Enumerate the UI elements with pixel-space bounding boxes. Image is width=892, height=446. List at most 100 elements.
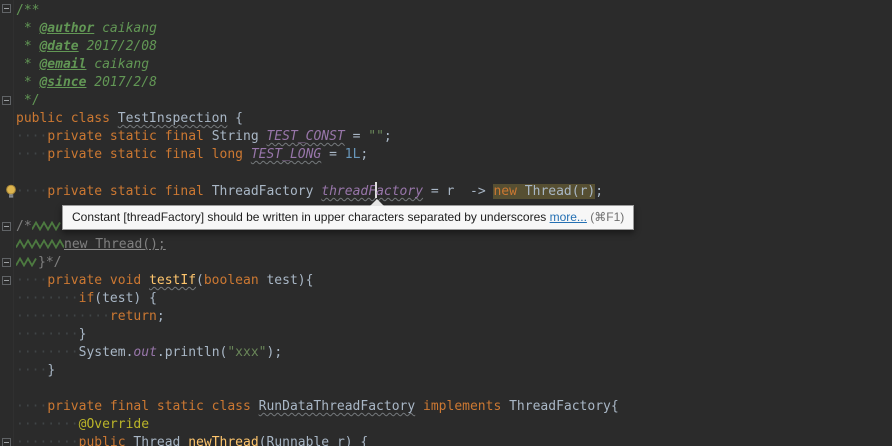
code-token: }: [79, 327, 87, 342]
code-token: TEST_CONST: [266, 129, 344, 144]
code-line[interactable]: ········System.out.println("xxx");: [16, 344, 892, 362]
code-line[interactable]: public class TestInspection {: [16, 110, 892, 128]
code-line[interactable]: /**: [16, 2, 892, 20]
code-token: TestInspection: [118, 111, 228, 126]
code-token: caikang: [86, 57, 149, 72]
code-line[interactable]: ····private static final ThreadFactory t…: [16, 182, 892, 200]
code-token: System.: [79, 345, 134, 360]
code-token: ····: [16, 147, 47, 162]
tooltip-more-link[interactable]: more...: [550, 210, 587, 224]
code-line[interactable]: * @since 2017/2/8: [16, 74, 892, 92]
code-token: ThreadFactory{: [509, 399, 619, 414]
code-token: private static final: [47, 129, 211, 144]
code-line[interactable]: * @date 2017/2/08: [16, 38, 892, 56]
code-token: );: [267, 345, 283, 360]
fold-marker[interactable]: [2, 4, 11, 13]
code-token: test){: [259, 273, 314, 288]
code-token: new Thread();: [64, 237, 166, 252]
code-token: ········: [16, 435, 79, 446]
code-token: ;: [595, 184, 603, 199]
code-token: ;: [360, 147, 368, 162]
fold-marker[interactable]: [2, 276, 11, 285]
code-token: ;: [157, 309, 165, 324]
tooltip-message: Constant [threadFactory] should be writt…: [72, 210, 550, 224]
code-line[interactable]: * @email caikang: [16, 56, 892, 74]
code-token: ········: [16, 291, 79, 306]
code-token: ····: [16, 273, 47, 288]
code-line[interactable]: * @author caikang: [16, 20, 892, 38]
code-token: *: [16, 21, 39, 36]
tooltip-shortcut: (⌘F1): [587, 210, 624, 224]
commented-code-squiggle: [32, 221, 62, 231]
code-token: *: [16, 57, 39, 72]
code-token: (test) {: [94, 291, 157, 306]
code-token: RunDataThreadFactory: [259, 399, 416, 414]
code-token: ;: [384, 129, 392, 144]
commented-code-squiggle: [16, 239, 64, 249]
code-token: new: [493, 184, 516, 199]
code-token: /*: [16, 219, 32, 234]
code-token: String: [212, 129, 267, 144]
code-token: ····: [16, 129, 47, 144]
code-line[interactable]: ····}: [16, 362, 892, 380]
code-token: return: [110, 309, 157, 324]
fold-marker[interactable]: [2, 258, 11, 267]
code-line[interactable]: ····private void testIf(boolean test){: [16, 272, 892, 290]
code-line[interactable]: new Thread();: [16, 236, 892, 254]
code-token: /**: [16, 3, 39, 18]
code-token: implements: [415, 399, 509, 414]
code-token: Thread(r): [517, 184, 595, 199]
code-token: public: [79, 435, 134, 446]
code-line[interactable]: ····private final static class RunDataTh…: [16, 398, 892, 416]
code-token: ····: [16, 399, 47, 414]
code-line[interactable]: }*/: [16, 254, 892, 272]
fold-marker[interactable]: [2, 438, 11, 446]
code-token: ············: [16, 309, 110, 324]
code-token: private static final long: [47, 147, 251, 162]
code-token: ········: [16, 327, 79, 342]
code-token: testIf: [149, 273, 196, 288]
code-token: 2017/2/8: [86, 75, 156, 90]
tooltip-arrow-icon: [370, 199, 384, 206]
fold-marker[interactable]: [2, 96, 11, 105]
inspection-tooltip: Constant [threadFactory] should be writt…: [62, 205, 634, 230]
code-token: Thread: [133, 435, 188, 446]
code-token: @since: [39, 75, 86, 90]
code-editor[interactable]: /** * @author caikang * @date 2017/2/08 …: [0, 0, 892, 446]
code-line[interactable]: [16, 380, 892, 398]
code-token: ····: [16, 363, 47, 378]
code-token: newThread: [188, 435, 258, 446]
code-line[interactable]: ········public Thread newThread(Runnable…: [16, 434, 892, 446]
code-line[interactable]: ········@Override: [16, 416, 892, 434]
gutter[interactable]: [0, 0, 14, 446]
code-token: "": [368, 129, 384, 144]
code-token: (Runnable r) {: [259, 435, 369, 446]
code-token: (: [196, 273, 204, 288]
commented-code-squiggle: [16, 257, 38, 267]
code-token: @Override: [79, 417, 149, 432]
code-token: out: [133, 345, 156, 360]
code-token: }: [47, 363, 55, 378]
fold-marker[interactable]: [2, 222, 11, 231]
code-token: caikang: [94, 21, 157, 36]
code-line[interactable]: [16, 164, 892, 182]
code-token: */: [16, 93, 39, 108]
code-line[interactable]: ····private static final long TEST_LONG …: [16, 146, 892, 164]
code-line[interactable]: */: [16, 92, 892, 110]
code-token: @date: [39, 39, 78, 54]
code-token: @email: [39, 57, 86, 72]
code-token: public class: [16, 111, 118, 126]
intention-bulb-icon[interactable]: [4, 184, 18, 199]
code-token: @author: [39, 21, 94, 36]
code-line[interactable]: ········}: [16, 326, 892, 344]
code-token: private static final: [47, 184, 211, 199]
code-token: }*/: [38, 255, 61, 270]
code-token: .println(: [157, 345, 227, 360]
code-token: =: [345, 129, 368, 144]
code-token: ········: [16, 345, 79, 360]
code-token: boolean: [204, 273, 259, 288]
code-line[interactable]: ····private static final String TEST_CON…: [16, 128, 892, 146]
code-token: private void: [47, 273, 149, 288]
code-line[interactable]: ········if(test) {: [16, 290, 892, 308]
code-line[interactable]: ············return;: [16, 308, 892, 326]
